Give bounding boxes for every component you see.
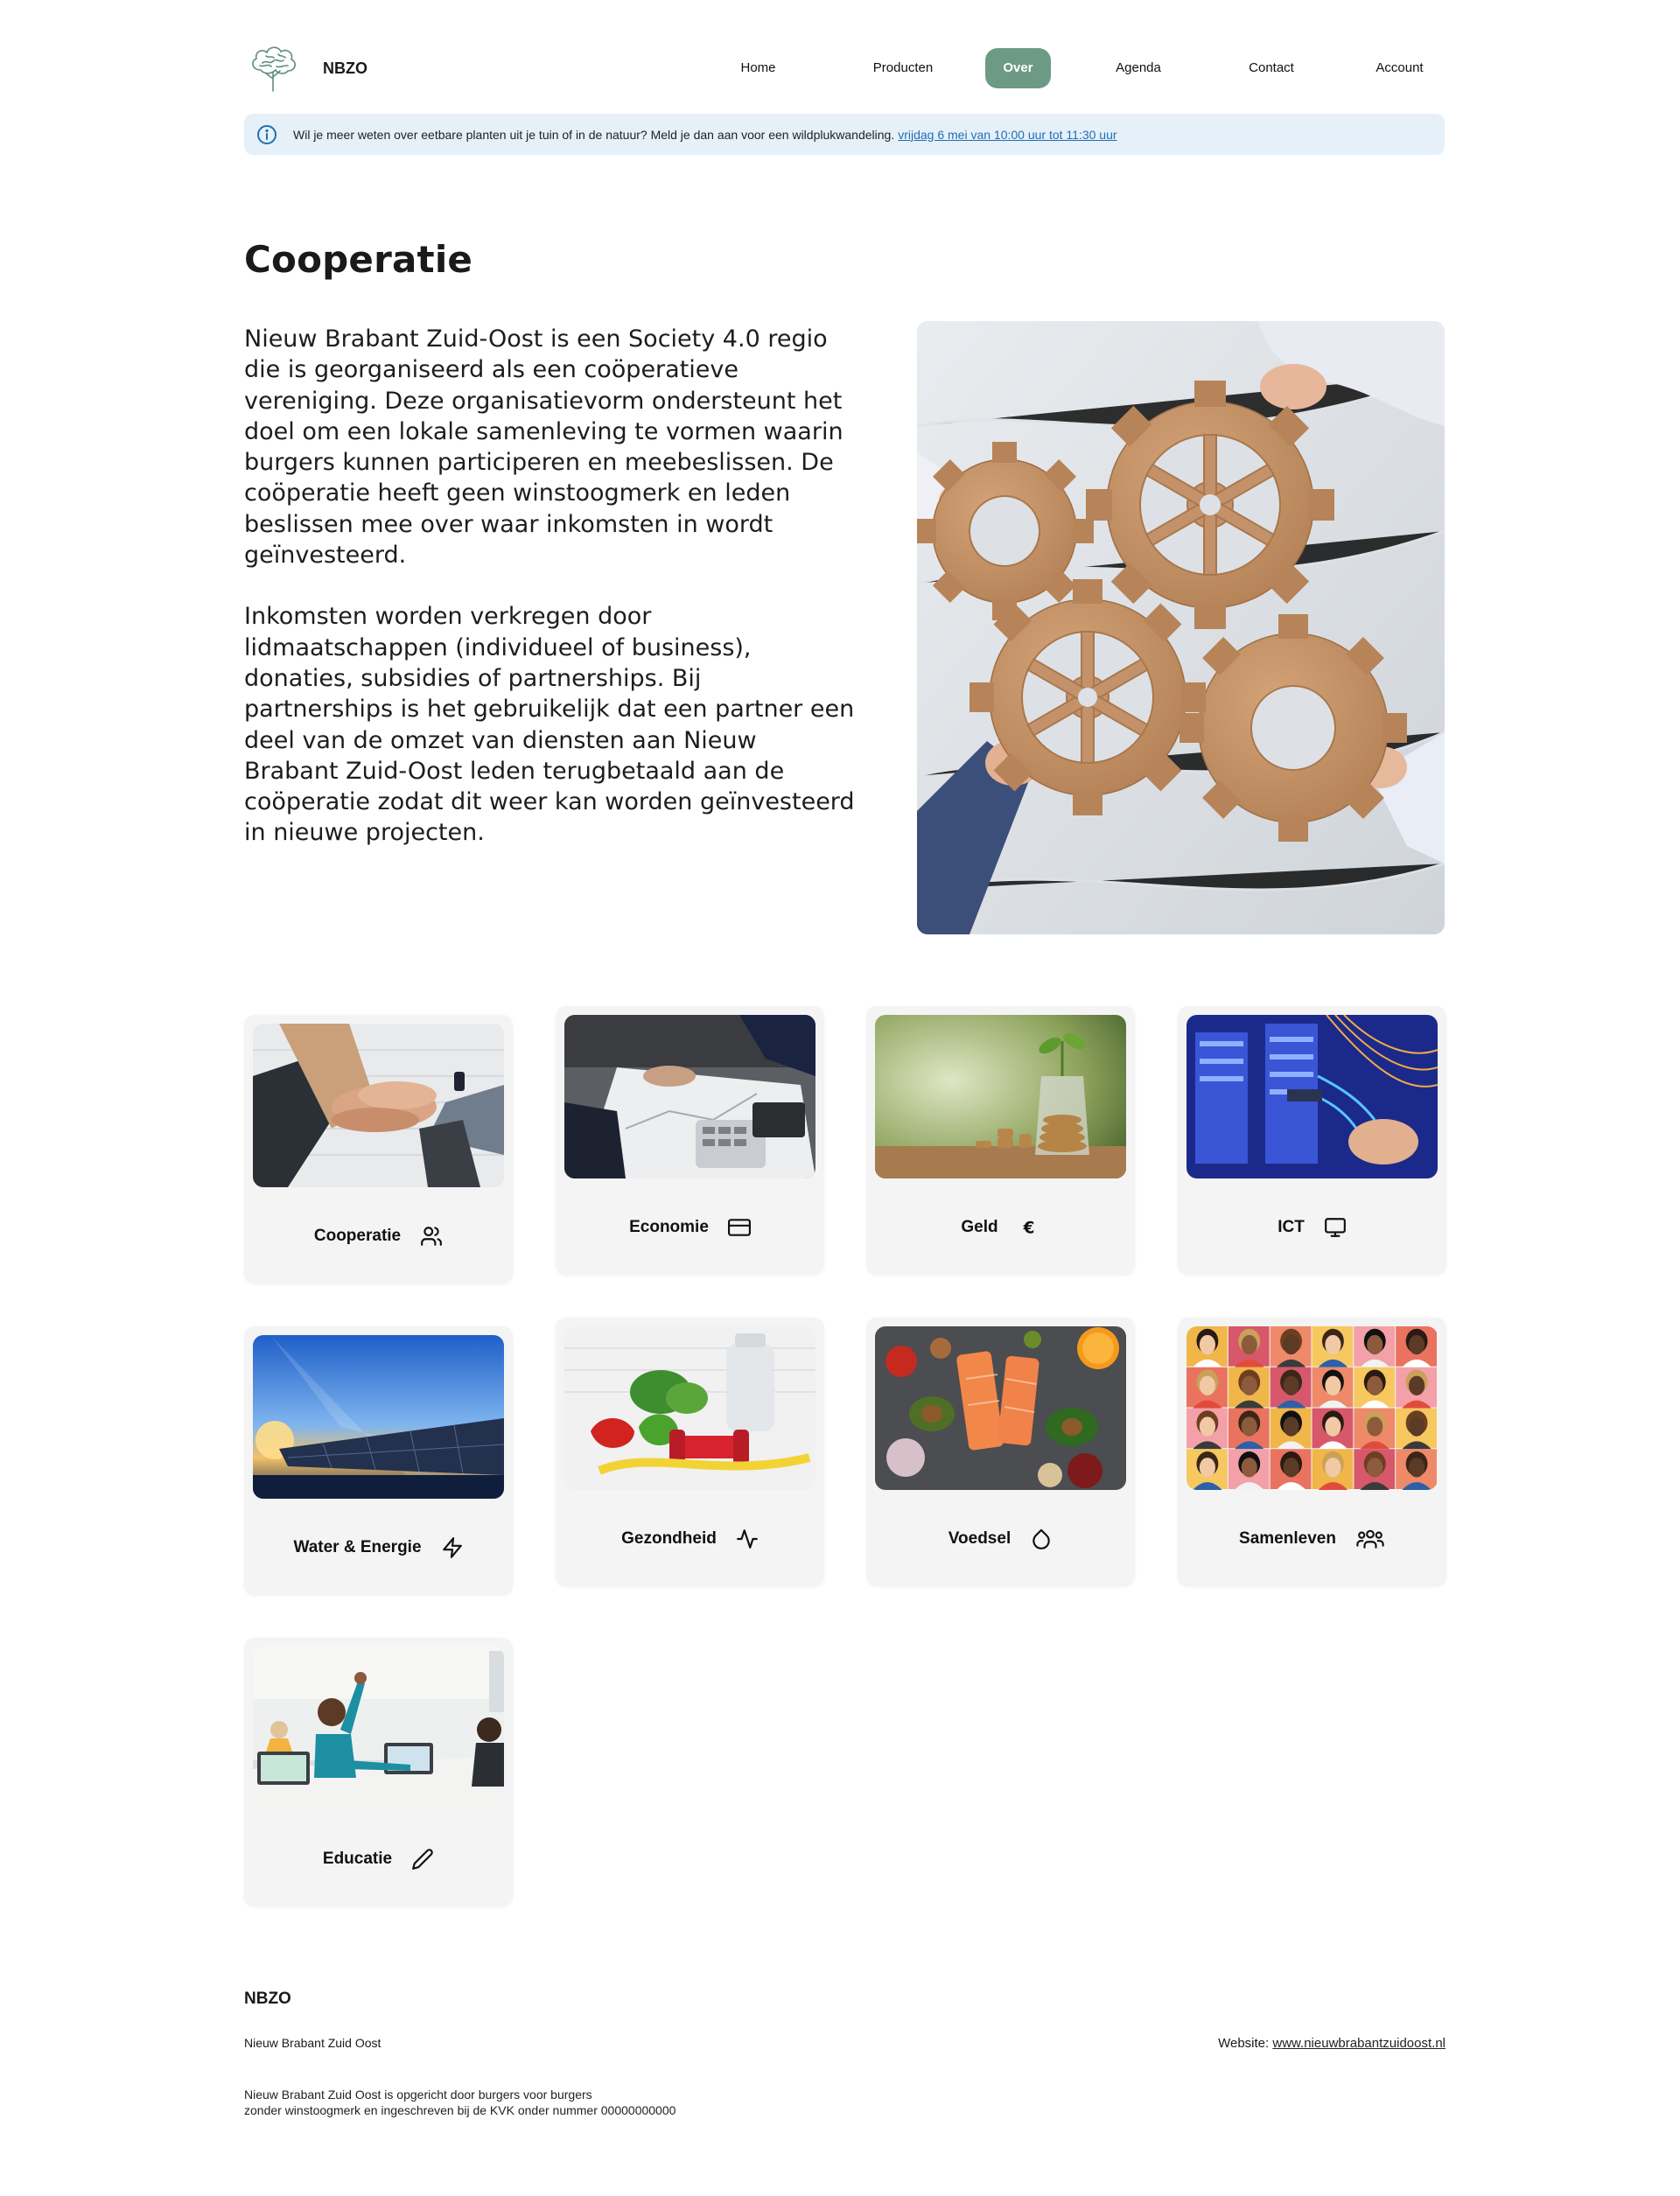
svg-text:€: € [1022, 1220, 1034, 1238]
category-card-gezondheid[interactable]: Gezondheid [556, 1318, 824, 1586]
card-label: ICT [1178, 1216, 1446, 1239]
card-image-finance [564, 1015, 816, 1178]
card-title: Economie [629, 1218, 709, 1236]
card-label: Educatie [244, 1848, 513, 1871]
group-icon [1356, 1529, 1384, 1549]
card-title: Geld [961, 1218, 998, 1236]
site-header: NBZO Home Producten Over Agenda Contact … [244, 42, 1445, 94]
card-label: Water & Energie [244, 1536, 513, 1559]
footer-subtitle: Nieuw Brabant Zuid Oost [244, 2036, 382, 2050]
card-title: Samenleven [1239, 1529, 1336, 1548]
card-title: Voedsel [948, 1529, 1012, 1548]
card-title: Gezondheid [621, 1529, 717, 1548]
monitor-icon [1324, 1218, 1346, 1237]
category-card-ict[interactable]: ICT [1178, 1006, 1446, 1275]
card-label: Voedsel [866, 1528, 1135, 1550]
card-title: Educatie [322, 1850, 393, 1868]
card-image-people-grid [1186, 1326, 1438, 1490]
card-image-hands [253, 1024, 504, 1187]
card-image-solar [253, 1335, 504, 1499]
hero-image-gears [917, 321, 1445, 934]
category-card-geld[interactable]: Geld € [866, 1006, 1135, 1275]
tree-logo-icon[interactable] [244, 42, 302, 94]
euro-icon: € [1022, 1220, 1034, 1238]
main-nav: Home Producten Over Agenda Contact Accou… [712, 48, 1445, 88]
card-label: Cooperatie [244, 1225, 513, 1248]
card-title: ICT [1278, 1218, 1305, 1236]
nav-over[interactable]: Over [985, 48, 1051, 88]
category-card-water-energie[interactable]: Water & Energie [244, 1326, 513, 1595]
notice-message: Wil je meer weten over eetbare planten u… [293, 127, 895, 142]
users-icon [421, 1227, 443, 1246]
credit-card-icon [727, 1219, 751, 1236]
category-card-educatie[interactable]: Educatie [244, 1638, 513, 1906]
card-label: Samenleven [1178, 1528, 1446, 1550]
category-card-cooperatie[interactable]: Cooperatie [244, 1015, 513, 1283]
notice-event-link[interactable]: vrijdag 6 mei van 10:00 uur tot 11:30 uu… [898, 128, 1116, 142]
card-image-money-plant [875, 1015, 1126, 1178]
zap-icon [442, 1537, 462, 1558]
footer-website-link[interactable]: www.nieuwbrabantzuidoost.nl [1272, 2036, 1446, 2051]
card-image-healthy [564, 1326, 816, 1490]
info-banner: Wil je meer weten over eetbare planten u… [244, 114, 1445, 155]
notice-text: Wil je meer weten over eetbare planten u… [293, 128, 1117, 142]
footer-legal: Nieuw Brabant Zuid Oost is opgericht doo… [244, 2087, 676, 2118]
intro-paragraph: Inkomsten worden verkregen door lidmaats… [244, 603, 855, 847]
nav-home[interactable]: Home [712, 48, 804, 88]
category-card-voedsel[interactable]: Voedsel [866, 1318, 1135, 1586]
nav-producten[interactable]: Producten [850, 48, 956, 88]
nav-agenda[interactable]: Agenda [1090, 48, 1186, 88]
card-title: Water & Energie [293, 1538, 422, 1556]
card-label: Geld € [866, 1216, 1135, 1239]
footer-brand: NBZO [244, 1990, 291, 2008]
nav-contact[interactable]: Contact [1223, 48, 1320, 88]
nav-account[interactable]: Account [1354, 48, 1445, 88]
pencil-icon [412, 1849, 433, 1870]
footer-website: Website: www.nieuwbrabantzuidoost.nl [1218, 2036, 1446, 2051]
category-card-samenleven[interactable]: Samenleven [1178, 1318, 1446, 1586]
category-card-economie[interactable]: Economie [556, 1006, 824, 1275]
card-title: Cooperatie [313, 1227, 402, 1245]
brand-name[interactable]: NBZO [323, 59, 368, 78]
activity-icon [736, 1529, 758, 1549]
footer-website-label: Website: [1218, 2036, 1270, 2051]
intro-text: Nieuw Brabant Zuid-Oost is een Society 4… [244, 324, 857, 849]
intro-paragraph: Nieuw Brabant Zuid-Oost is een Society 4… [244, 325, 844, 570]
card-image-food [875, 1326, 1126, 1490]
card-label: Economie [556, 1216, 824, 1239]
card-image-network [1186, 1015, 1438, 1178]
footer-legal-line: Nieuw Brabant Zuid Oost is opgericht doo… [244, 2088, 592, 2102]
card-label: Gezondheid [556, 1528, 824, 1550]
card-image-classroom [253, 1647, 504, 1810]
info-icon [257, 124, 276, 144]
droplet-icon [1032, 1528, 1050, 1549]
page-title: Cooperatie [244, 238, 473, 281]
footer-legal-line: zonder winstoogmerk en ingeschreven bij … [244, 2103, 676, 2117]
